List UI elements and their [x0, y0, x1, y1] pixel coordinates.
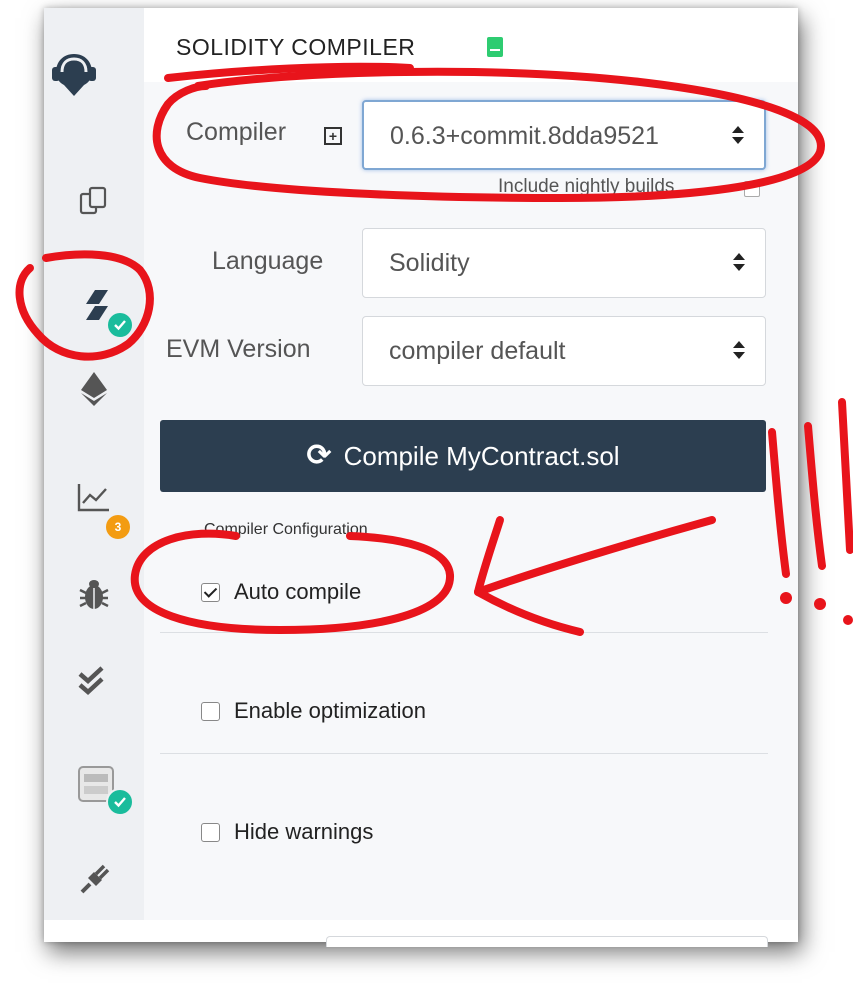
- auto-compile-row[interactable]: Auto compile: [201, 579, 361, 605]
- file-explorer-icon[interactable]: [77, 184, 111, 218]
- select-caret-icon: [732, 126, 744, 146]
- plugin-check-badge: [106, 788, 134, 816]
- nightly-builds-label: Include nightly builds: [498, 176, 675, 197]
- exclamation-dot-2: [814, 598, 826, 610]
- evm-version-select[interactable]: compiler default: [362, 316, 766, 386]
- enable-optimization-row[interactable]: Enable optimization: [201, 698, 426, 724]
- warnings-count: 3: [114, 520, 122, 534]
- compiler-configuration-label: Compiler Configuration: [204, 521, 368, 538]
- evm-version-value: compiler default: [389, 337, 566, 365]
- hide-warnings-row[interactable]: Hide warnings: [201, 819, 373, 845]
- deploy-run-icon[interactable]: [77, 370, 111, 408]
- compile-button[interactable]: ⟳ Compile MyContract.sol: [160, 420, 766, 492]
- nightly-builds-checkbox[interactable]: [744, 181, 760, 197]
- debugger-icon[interactable]: [78, 576, 110, 612]
- compiled-check-badge: [106, 311, 134, 339]
- icon-sidebar: 3: [44, 8, 144, 920]
- documentation-icon[interactable]: [487, 37, 503, 57]
- warnings-count-badge: 3: [104, 513, 132, 541]
- remix-logo-icon[interactable]: [50, 48, 98, 98]
- divider: [160, 753, 768, 754]
- compile-button-label: Compile MyContract.sol: [343, 440, 620, 471]
- plugin-manager-icon[interactable]: [78, 862, 112, 896]
- auto-compile-label: Auto compile: [234, 579, 362, 604]
- analysis-icon[interactable]: [76, 481, 112, 513]
- exclamation-dot-3: [843, 615, 853, 625]
- auto-compile-checkbox[interactable]: [201, 582, 220, 602]
- compiler-version-select[interactable]: 0.6.3+commit.8dda9521: [362, 100, 766, 170]
- compiler-version-value: 0.6.3+commit.8dda9521: [390, 122, 659, 150]
- hide-warnings-checkbox[interactable]: [201, 822, 220, 842]
- check-icon: [114, 797, 126, 808]
- language-select[interactable]: Solidity: [362, 228, 766, 298]
- language-value: Solidity: [389, 249, 470, 277]
- unit-testing-icon[interactable]: [77, 666, 113, 698]
- compiler-label: Compiler: [186, 118, 287, 146]
- exclamation-3: [838, 398, 853, 554]
- select-caret-icon: [733, 253, 745, 273]
- hide-warnings-label: Hide warnings: [234, 819, 374, 844]
- language-label: Language: [212, 247, 324, 275]
- evm-version-label: EVM Version: [166, 335, 311, 363]
- select-caret-icon: [733, 341, 745, 361]
- next-select-edge: [326, 936, 768, 947]
- exclamation-2: [804, 422, 826, 570]
- page-title: SOLIDITY COMPILER: [176, 34, 416, 60]
- refresh-icon: ⟳: [306, 439, 332, 472]
- enable-optimization-checkbox[interactable]: [201, 701, 220, 721]
- enable-optimization-label: Enable optimization: [234, 698, 427, 723]
- divider: [160, 632, 768, 633]
- check-icon: [114, 320, 126, 331]
- add-compiler-icon[interactable]: +: [324, 127, 342, 145]
